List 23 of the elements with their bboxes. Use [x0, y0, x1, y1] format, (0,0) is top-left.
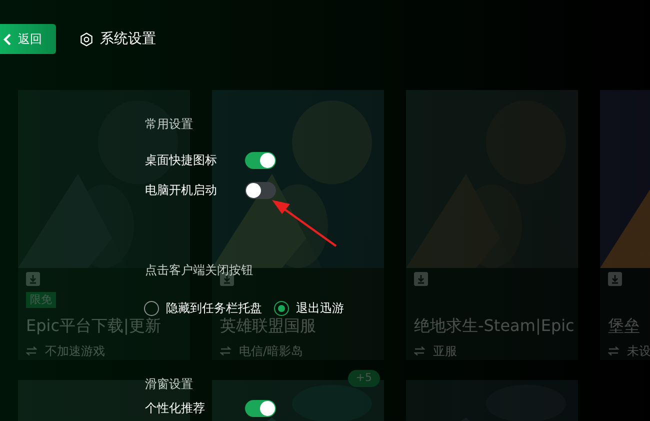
- game-server: 不加速游戏: [45, 343, 105, 360]
- back-icon: [3, 32, 12, 46]
- toggle-switch[interactable]: [245, 400, 276, 416]
- radio-option[interactable]: 退出迅游: [274, 299, 344, 317]
- section-heading: 滑窗设置: [145, 376, 193, 393]
- setting-label: 电脑开机启动: [145, 182, 218, 199]
- game-title: Epic平台下载|更新: [26, 316, 161, 336]
- game-server: 电信/暗影岛: [239, 343, 304, 360]
- page-title: 系统设置: [100, 30, 156, 48]
- radio-option[interactable]: 隐藏到任务栏托盘: [144, 299, 262, 317]
- setting-label: 桌面快捷图标: [145, 152, 218, 169]
- game-title: 绝地求生-Steam|Epic: [414, 316, 574, 336]
- section-heading: 常用设置: [145, 116, 193, 133]
- toggle-switch[interactable]: [245, 182, 276, 198]
- section-heading: 点击客户端关闭按钮: [145, 262, 253, 279]
- annotation-arrow: [270, 198, 338, 248]
- game-server: 亚服: [433, 343, 457, 360]
- toggle-switch[interactable]: [245, 152, 276, 168]
- setting-label: 个性化推荐: [145, 400, 206, 417]
- back-button[interactable]: 返回: [0, 24, 56, 54]
- game-title: 堡垒: [608, 316, 640, 336]
- game-title: 英雄联盟国服: [220, 316, 316, 336]
- settings-icon: [79, 32, 94, 46]
